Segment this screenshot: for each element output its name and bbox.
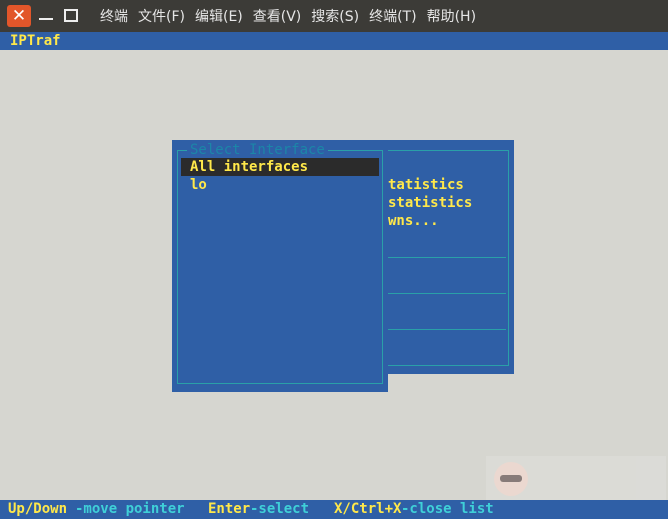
menu-bar: 终端 文件(F) 编辑(E) 查看(V) 搜索(S) 终端(T) 帮助(H) bbox=[95, 0, 481, 32]
terminal-area[interactable]: IPTraf tatistics statistics wns... Selec… bbox=[0, 32, 668, 519]
main-menu-item[interactable]: statistics bbox=[388, 194, 472, 212]
close-window-button[interactable]: ✕ bbox=[7, 5, 31, 27]
menu-item-edit[interactable]: 编辑(E) bbox=[190, 0, 248, 32]
status-bar: Up/Down -move pointer Enter -select X/Ct… bbox=[0, 500, 668, 519]
hint-desc: -move pointer bbox=[75, 501, 185, 517]
menu-item-file[interactable]: 文件(F) bbox=[133, 0, 190, 32]
menu-separator bbox=[388, 329, 506, 330]
interface-option-all[interactable]: All interfaces bbox=[181, 158, 379, 176]
maximize-window-button[interactable] bbox=[60, 5, 84, 27]
watermark bbox=[486, 456, 666, 500]
hint-desc: -close list bbox=[401, 501, 494, 517]
dialog-title: Select Interface bbox=[187, 141, 328, 159]
sunglasses-face-icon bbox=[494, 462, 528, 496]
menu-item-help[interactable]: 帮助(H) bbox=[422, 0, 481, 32]
menu-item-search[interactable]: 搜索(S) bbox=[306, 0, 364, 32]
maximize-icon bbox=[64, 9, 78, 22]
menu-separator bbox=[388, 257, 506, 258]
hint-key: X/Ctrl+X bbox=[334, 501, 402, 517]
interface-option-label: lo bbox=[190, 177, 207, 193]
window-titlebar: ✕ 终端 文件(F) 编辑(E) 查看(V) 搜索(S) 终端(T) 帮助(H) bbox=[0, 0, 668, 32]
hint-desc: -select bbox=[250, 501, 310, 517]
minimize-window-button[interactable] bbox=[35, 5, 59, 27]
menu-separator bbox=[388, 293, 506, 294]
select-interface-dialog: Select Interface All interfaces lo bbox=[172, 140, 388, 392]
menu-item-terminal-app[interactable]: 终端 bbox=[95, 0, 133, 32]
menu-item-terminal[interactable]: 终端(T) bbox=[364, 0, 421, 32]
minimize-icon bbox=[39, 18, 53, 20]
hint-key: Up/Down bbox=[8, 501, 68, 517]
interface-option-label: All interfaces bbox=[190, 159, 309, 175]
main-menu-item[interactable]: wns... bbox=[388, 212, 439, 230]
hint-key: Enter bbox=[208, 501, 251, 517]
close-icon: ✕ bbox=[11, 6, 27, 26]
app-title: IPTraf bbox=[10, 33, 61, 49]
main-menu-item[interactable]: tatistics bbox=[388, 176, 464, 194]
app-header-bar: IPTraf bbox=[0, 32, 668, 50]
menu-item-view[interactable]: 查看(V) bbox=[248, 0, 307, 32]
interface-option-lo[interactable]: lo bbox=[181, 176, 379, 194]
